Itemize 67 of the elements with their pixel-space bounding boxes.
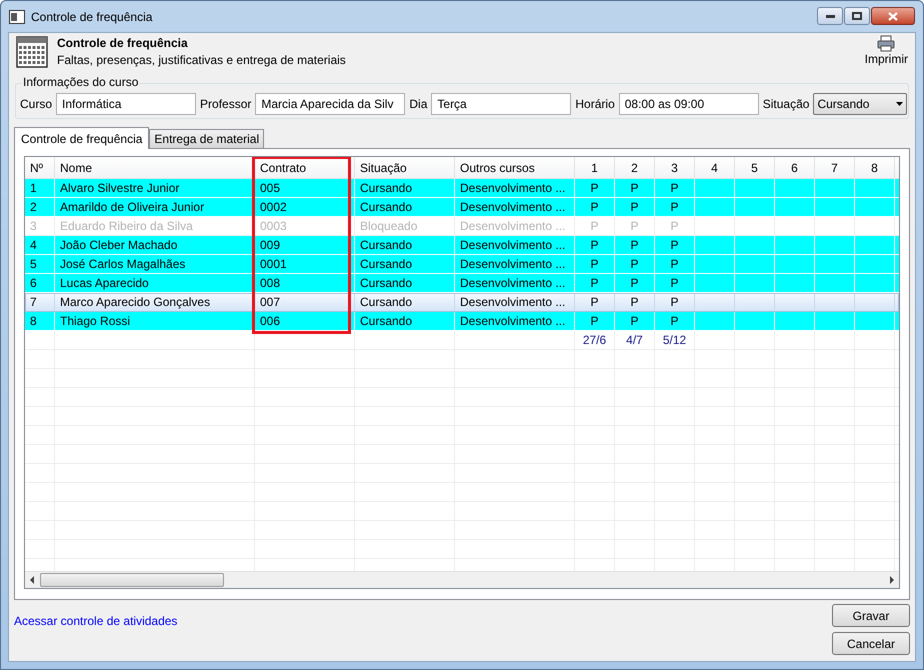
scrollbar-thumb[interactable] bbox=[40, 573, 224, 587]
table-row[interactable]: 1 Alvaro Silvestre Junior 005 Cursando Desenvolvimento ... P P P bbox=[25, 179, 899, 198]
column-header[interactable]: 1 bbox=[575, 157, 615, 178]
scroll-left-icon[interactable] bbox=[28, 576, 36, 584]
table-cell bbox=[735, 312, 775, 331]
table-row[interactable]: 5 José Carlos Magalhães 0001 Cursando Desenvolvimento ... P P P bbox=[25, 255, 899, 274]
activities-link[interactable]: Acessar controle de atividades bbox=[14, 612, 178, 655]
date-label: 27/6 bbox=[582, 332, 606, 349]
table-cell: P bbox=[655, 312, 695, 331]
column-header[interactable]: Outros cursos bbox=[455, 157, 575, 178]
window-title: Controle de frequência bbox=[31, 8, 152, 26]
column-header[interactable]: 3 bbox=[655, 157, 695, 178]
action-button[interactable]: Gravar bbox=[832, 604, 910, 627]
table-cell: Desenvolvimento ... bbox=[455, 312, 575, 331]
table-cell: Cursando bbox=[355, 312, 455, 331]
header-title: Controle de frequência bbox=[57, 35, 189, 52]
group-legend: Informações do curso bbox=[22, 75, 140, 89]
tab[interactable]: Controle de frequência bbox=[14, 127, 150, 149]
field-label: Professor bbox=[200, 96, 252, 112]
column-header[interactable]: Nº bbox=[25, 157, 55, 178]
minimize-button[interactable] bbox=[817, 7, 843, 25]
window-icon bbox=[9, 10, 25, 24]
table-cell bbox=[815, 312, 855, 331]
field-label: Curso bbox=[20, 96, 52, 112]
table-cell bbox=[695, 312, 735, 331]
table-row[interactable]: 2 Amarildo de Oliveira Junior 0002 Cursando Desenvolvimento ... P P P bbox=[25, 198, 899, 217]
table-cell bbox=[855, 312, 895, 331]
table-cell: P bbox=[575, 312, 615, 331]
column-header[interactable]: 4 bbox=[695, 157, 735, 178]
table-cell bbox=[775, 312, 815, 331]
date-label: 5/12 bbox=[662, 332, 686, 349]
table-row[interactable]: 8 Thiago Rossi 006 Cursando Desenvolvimento ... P P P bbox=[25, 312, 899, 331]
table-row[interactable]: 7 Marco Aparecido Gonçalves 007 Cursando Desenvolvimento ... P P P bbox=[25, 293, 899, 312]
column-header[interactable]: 2 bbox=[615, 157, 655, 178]
tab[interactable]: Entrega de material bbox=[149, 129, 264, 148]
status-dropdown[interactable]: Cursando bbox=[813, 92, 908, 114]
text-field[interactable]: Marcia Aparecida da Silv bbox=[255, 92, 406, 114]
table-cell: 8 bbox=[25, 312, 55, 331]
text-field[interactable]: Terça bbox=[431, 92, 572, 114]
caret-icon bbox=[896, 102, 904, 106]
table-cell: Thiago Rossi bbox=[55, 312, 255, 331]
scroll-right-icon[interactable] bbox=[888, 576, 896, 584]
column-header[interactable]: 7 bbox=[815, 157, 855, 178]
maximize-button[interactable] bbox=[844, 7, 870, 25]
calendar-icon bbox=[16, 36, 48, 68]
field-label: Horário bbox=[575, 96, 615, 112]
table-cell: P bbox=[615, 312, 655, 331]
close-button[interactable] bbox=[871, 7, 915, 25]
field-label: Situação bbox=[762, 96, 810, 112]
action-button[interactable]: Cancelar bbox=[832, 632, 910, 655]
column-header[interactable]: Nome bbox=[55, 157, 255, 178]
column-header[interactable]: 8 bbox=[855, 157, 895, 178]
close-icon bbox=[888, 12, 898, 20]
column-header[interactable]: 5 bbox=[735, 157, 775, 178]
column-header[interactable]: 6 bbox=[775, 157, 815, 178]
text-field[interactable]: 08:00 as 09:00 bbox=[618, 92, 759, 114]
header-subtitle: Faltas, presenças, justificativas e entrega de materiais bbox=[57, 52, 346, 69]
column-header[interactable]: Contrato bbox=[255, 157, 355, 178]
table-row[interactable]: 6 Lucas Aparecido 008 Cursando Desenvolvimento ... P P P bbox=[25, 274, 899, 293]
print-button[interactable]: Imprimir bbox=[864, 35, 908, 67]
table-row[interactable]: 4 João Cleber Machado 009 Cursando Desenvolvimento ... P P P bbox=[25, 236, 899, 255]
printer-icon bbox=[877, 35, 896, 52]
text-field[interactable]: Informática bbox=[56, 92, 196, 114]
column-header[interactable]: Situação bbox=[355, 157, 455, 178]
date-label: 4/7 bbox=[626, 332, 643, 349]
field-label: Dia bbox=[409, 96, 428, 112]
table-cell: 006 bbox=[255, 312, 355, 331]
